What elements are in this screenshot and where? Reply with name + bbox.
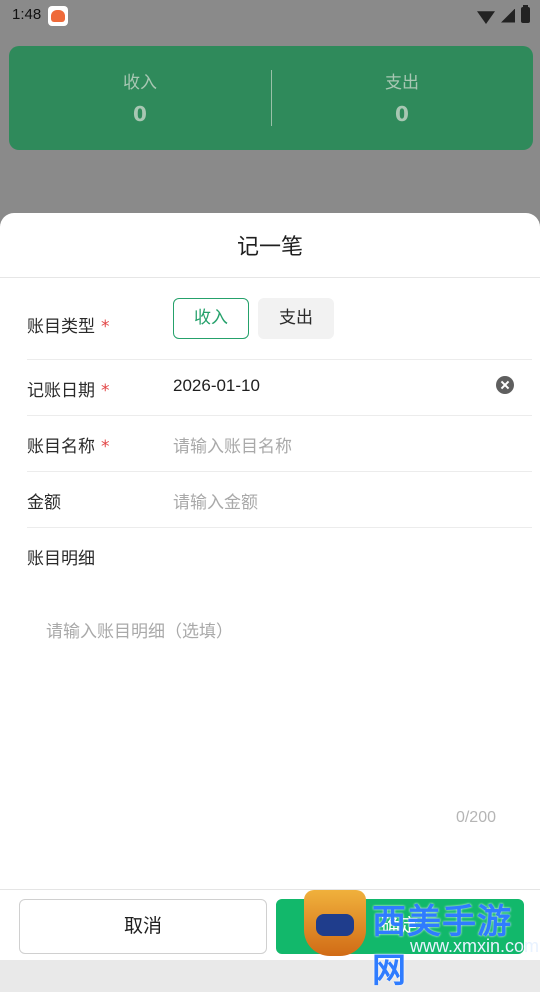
required-mark: *	[101, 317, 110, 337]
type-row: 账目类型 * 收入 支出	[27, 298, 532, 360]
sheet-title: 记一笔	[236, 235, 303, 260]
name-row: 账目名称 * 请输入账目名称	[27, 416, 532, 472]
char-counter: 0/200	[455, 809, 496, 826]
detail-textarea[interactable]: 请输入账目明细（选填）	[46, 617, 506, 657]
clear-icon[interactable]	[496, 376, 514, 394]
name-label: 账目名称 *	[27, 437, 110, 457]
expense-summary: 支出 0	[271, 46, 533, 150]
confirm-button[interactable]: 确定	[276, 899, 524, 954]
footer-divider	[0, 889, 540, 890]
status-icons	[477, 4, 530, 24]
status-bar: 1:48	[0, 0, 540, 32]
detail-row: 账目明细	[27, 528, 532, 584]
cancel-button[interactable]: 取消	[19, 899, 267, 954]
date-label: 记账日期 *	[27, 381, 110, 401]
add-record-sheet: 记一笔 账目类型 * 收入 支出 记账日期 * 2026-01-10 账目名称 * 请…	[0, 213, 540, 960]
income-summary: 收入 0	[9, 46, 271, 150]
name-input[interactable]: 请输入账目名称	[173, 432, 292, 457]
app-notification-icon	[48, 6, 68, 26]
expense-value: 0	[395, 102, 409, 126]
amount-row: 金额 请输入金额	[27, 472, 532, 528]
type-income-button[interactable]: 收入	[173, 298, 249, 339]
income-value: 0	[133, 102, 147, 126]
required-mark: *	[101, 437, 110, 457]
amount-input[interactable]: 请输入金额	[173, 488, 258, 513]
expense-label: 支出	[385, 73, 419, 93]
required-mark: *	[101, 381, 110, 401]
income-label: 收入	[123, 73, 157, 93]
signal-icon	[501, 8, 515, 23]
title-divider	[0, 277, 540, 278]
status-time: 1:48	[12, 6, 42, 23]
type-expense-button[interactable]: 支出	[258, 298, 334, 339]
summary-divider	[271, 70, 272, 126]
date-value[interactable]: 2026-01-10	[173, 376, 260, 396]
wifi-icon	[477, 11, 495, 24]
battery-icon	[521, 4, 530, 23]
date-row[interactable]: 记账日期 * 2026-01-10	[27, 360, 532, 416]
detail-label: 账目明细	[27, 549, 95, 569]
amount-label: 金额	[27, 493, 61, 513]
type-label: 账目类型 *	[27, 317, 110, 337]
